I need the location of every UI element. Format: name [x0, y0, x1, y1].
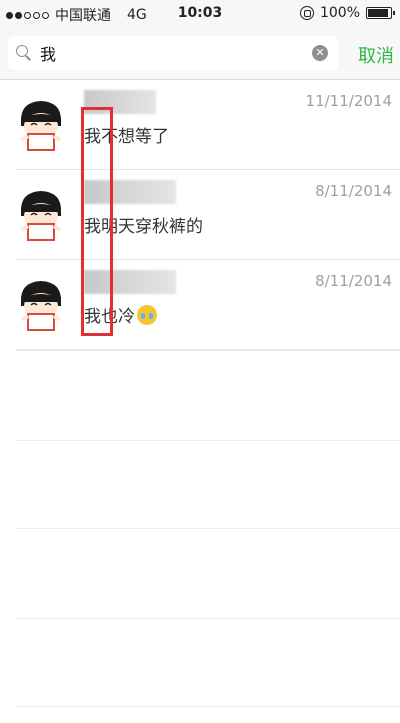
status-right: 100%: [299, 5, 395, 21]
status-bar: 中国联通 4G 10:03 100%: [0, 0, 400, 28]
avatar: [20, 101, 62, 151]
battery-percent: 100%: [319, 5, 360, 21]
message-date: 11/11/2014: [305, 92, 392, 110]
battery-icon: [366, 7, 395, 19]
crying-laughing-emoji-icon: [137, 304, 157, 325]
result-row[interactable]: 我不想等了 11/11/2014: [0, 80, 400, 170]
search-bar: ✕ 取消: [0, 28, 400, 80]
message-date: 8/11/2014: [315, 182, 392, 200]
avatar: [20, 281, 62, 331]
annotation-highlight-box: [81, 107, 113, 336]
result-row[interactable]: 我明天穿秋裤的 8/11/2014: [0, 170, 400, 260]
cancel-button[interactable]: 取消: [358, 42, 394, 68]
avatar: [20, 191, 62, 241]
clear-icon[interactable]: ✕: [312, 45, 328, 61]
empty-row-divider: [16, 618, 400, 619]
search-results: 我不想等了 11/11/2014 我明天穿秋裤的 8/11/2014 我也冷 8…: [0, 80, 400, 350]
empty-row-divider: [16, 350, 400, 351]
search-icon: [16, 45, 32, 61]
search-field[interactable]: ✕: [8, 36, 338, 70]
search-input[interactable]: [40, 43, 300, 63]
empty-row-divider: [16, 440, 400, 441]
rotation-lock-icon: [299, 6, 314, 20]
empty-row-divider: [16, 528, 400, 529]
empty-row-divider: [16, 706, 400, 707]
result-row[interactable]: 我也冷 8/11/2014: [0, 260, 400, 350]
message-date: 8/11/2014: [315, 272, 392, 290]
